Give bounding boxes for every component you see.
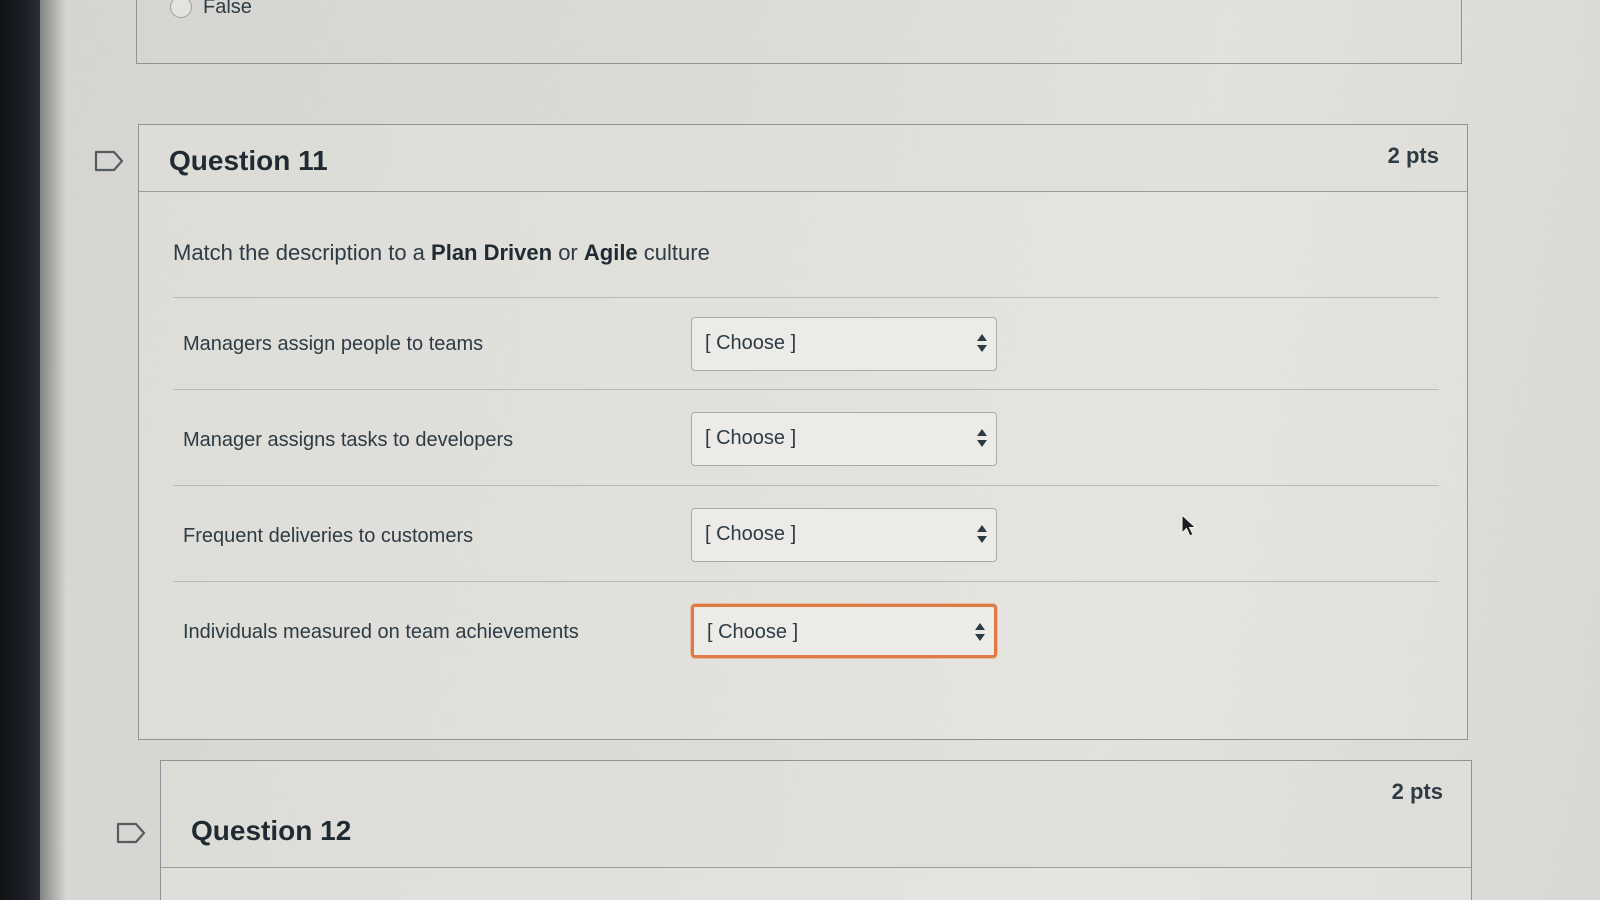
previous-question-box <box>136 0 1462 64</box>
flag-question-12-icon[interactable] <box>116 822 146 844</box>
up-down-arrows-icon <box>977 525 987 543</box>
bezel-shadow <box>40 0 66 900</box>
row-divider-2 <box>173 485 1439 486</box>
match-select-2[interactable]: [ Choose ] <box>691 412 997 466</box>
row-divider-1 <box>173 389 1439 390</box>
mouse-pointer-icon <box>1181 514 1197 537</box>
match-label-4: Individuals measured on team achievement… <box>183 621 579 643</box>
up-down-arrows-icon <box>977 334 987 352</box>
match-select-1[interactable]: [ Choose ] <box>691 317 997 371</box>
prompt-agile: Agile <box>583 240 638 265</box>
flag-question-11-icon[interactable] <box>94 150 124 172</box>
question-12-card: Question 12 2 pts <box>160 760 1472 900</box>
question-12-title: Question 12 <box>191 815 352 846</box>
prompt-divider <box>173 297 1439 298</box>
false-option-label: False <box>203 0 252 18</box>
match-label-3: Frequent deliveries to customers <box>183 525 474 547</box>
question-11-points: 2 pts <box>1387 143 1439 168</box>
prompt-middle: or <box>552 240 584 265</box>
match-select-1-value: [ Choose ] <box>705 332 797 354</box>
question-11-header: Question 11 2 pts <box>139 125 1467 192</box>
prompt-plan-driven: Plan Driven <box>431 240 553 265</box>
row-divider-3 <box>173 581 1439 582</box>
prompt-prefix: Match the description to a <box>173 240 432 265</box>
up-down-arrows-icon <box>977 429 987 447</box>
prompt-suffix: culture <box>637 240 710 265</box>
question-11-title: Question 11 <box>169 145 328 176</box>
question-12-header: Question 12 2 pts <box>161 761 1471 868</box>
match-select-2-value: [ Choose ] <box>705 427 797 449</box>
up-down-arrows-icon <box>975 623 985 641</box>
match-select-3[interactable]: [ Choose ] <box>691 508 997 562</box>
match-select-3-value: [ Choose ] <box>705 523 797 545</box>
question-12-points: 2 pts <box>1391 779 1443 804</box>
screen-bezel <box>0 0 40 900</box>
match-label-1: Managers assign people to teams <box>183 333 484 355</box>
question-11-prompt: Match the description to a Plan Driven o… <box>173 240 710 266</box>
match-label-2: Manager assigns tasks to developers <box>183 429 514 451</box>
question-11-card: Question 11 2 pts Match the description … <box>138 124 1468 740</box>
match-select-4[interactable]: [ Choose ] <box>691 604 997 658</box>
match-select-4-value: [ Choose ] <box>707 621 799 643</box>
